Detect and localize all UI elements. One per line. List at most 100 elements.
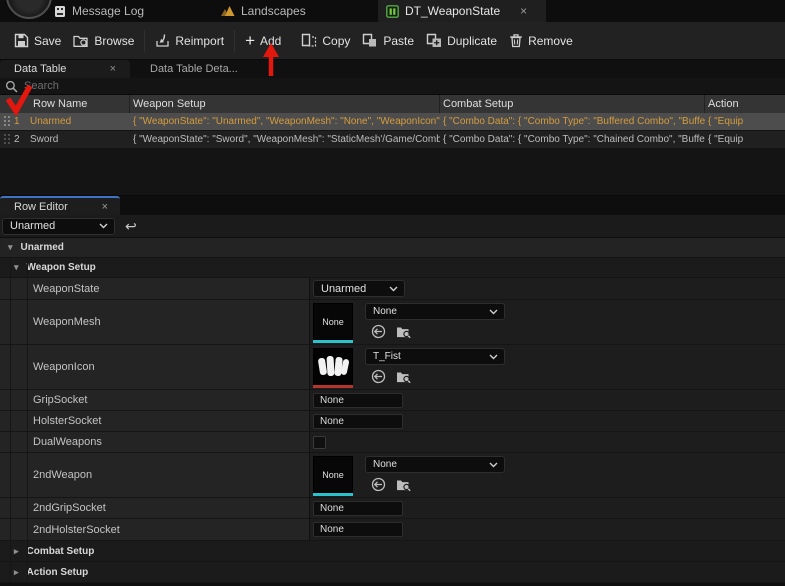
reimport-label: Reimport: [175, 34, 224, 48]
indent-guide: [10, 258, 11, 583]
paste-button[interactable]: Paste: [360, 29, 416, 52]
property-row-weaponstate: WeaponState Unarmed: [0, 278, 785, 300]
add-button[interactable]: + Add: [243, 30, 283, 52]
gripsocket-input[interactable]: [313, 393, 403, 408]
section-weapon-setup[interactable]: ▾ Weapon Setup: [0, 258, 785, 278]
2ndweapon-asset-dropdown[interactable]: None: [365, 456, 505, 473]
thumbnail-none-label: None: [322, 317, 344, 327]
combat-setup-cell: { "Combo Data": { "Combo Type": "Chained…: [440, 134, 705, 145]
tab-data-table-details[interactable]: Data Table Deta...: [136, 60, 252, 78]
paste-icon: [362, 33, 378, 48]
row-drag-handle[interactable]: [3, 115, 11, 128]
row-selector-bar: Unarmed ↩: [0, 215, 785, 238]
duplicate-button[interactable]: Duplicate: [424, 29, 499, 52]
section-unarmed[interactable]: ▾ Unarmed: [0, 238, 785, 258]
tab-data-table[interactable]: Data Table ×: [0, 60, 130, 78]
row-select-value: Unarmed: [10, 220, 55, 232]
tab-message-log[interactable]: Message Log: [46, 0, 152, 22]
search-input[interactable]: [24, 80, 324, 92]
use-selected-asset-icon[interactable]: [371, 477, 386, 492]
weaponicon-asset-dropdown[interactable]: T_Fist: [365, 348, 505, 365]
column-header-combat-setup[interactable]: Combat Setup: [440, 95, 705, 113]
use-selected-asset-icon[interactable]: [371, 324, 386, 339]
copy-button[interactable]: Copy: [299, 29, 352, 52]
tab-dt-weaponstate[interactable]: DT_WeaponState ×: [378, 0, 546, 22]
save-button[interactable]: Save: [12, 29, 63, 52]
weaponicon-thumbnail[interactable]: [313, 348, 353, 388]
tab-row-editor-label: Row Editor: [14, 201, 68, 213]
weaponstate-dropdown[interactable]: Unarmed: [313, 280, 405, 297]
2ndgripsocket-input[interactable]: [313, 501, 403, 516]
property-row-dualweapons: DualWeapons: [0, 432, 785, 453]
asset-type-underline: [313, 493, 353, 496]
duplicate-label: Duplicate: [447, 34, 497, 48]
browse-to-asset-icon[interactable]: [396, 324, 412, 339]
close-tab-icon[interactable]: ×: [520, 4, 527, 18]
property-row-holstersocket: HolsterSocket: [0, 411, 785, 432]
column-header-row-name[interactable]: Row Name: [0, 95, 130, 113]
tab-row-editor[interactable]: Row Editor ×: [0, 196, 120, 215]
reimport-button[interactable]: Reimport: [153, 29, 226, 52]
weapon-setup-cell: { "WeaponState": "Unarmed", "WeaponMesh"…: [130, 116, 440, 127]
table-row-sword[interactable]: 2 Sword { "WeaponState": "Sword", "Weapo…: [0, 131, 785, 149]
data-table-icon: [386, 5, 399, 18]
table-header: Row Name Weapon Setup Combat Setup Actio…: [0, 95, 785, 113]
close-tab-icon[interactable]: ×: [110, 63, 116, 75]
weaponmesh-thumbnail[interactable]: None: [313, 303, 353, 343]
fist-icon: [316, 351, 350, 383]
plus-icon: +: [245, 34, 255, 48]
section-weapon-setup-label: Weapon Setup: [27, 262, 96, 273]
action-setup-cell: { "Equip: [705, 116, 785, 127]
chevron-down-icon: [489, 309, 498, 315]
property-label: HolsterSocket: [0, 415, 101, 427]
property-label: WeaponState: [0, 283, 99, 295]
property-row-2ndgripsocket: 2ndGripSocket: [0, 498, 785, 519]
table-row-unarmed[interactable]: 1 Unarmed { "WeaponState": "Unarmed", "W…: [0, 113, 785, 131]
action-setup-cell: { "Equip: [705, 134, 785, 145]
add-label: Add: [260, 34, 281, 48]
property-label: 2ndWeapon: [0, 469, 92, 481]
browse-to-asset-icon[interactable]: [396, 369, 412, 384]
row-name: Sword: [30, 134, 130, 145]
property-row-gripsocket: GripSocket: [0, 390, 785, 411]
folder-search-icon: [73, 33, 89, 48]
remove-button[interactable]: Remove: [507, 29, 575, 52]
row-select-dropdown[interactable]: Unarmed: [2, 218, 115, 235]
section-action-setup[interactable]: ▸ Action Setup: [0, 562, 785, 583]
browse-to-asset-icon[interactable]: [396, 477, 412, 492]
2ndweapon-thumbnail[interactable]: None: [313, 456, 353, 496]
close-tab-icon[interactable]: ×: [102, 201, 108, 213]
dualweapons-checkbox[interactable]: [313, 436, 326, 449]
column-header-action[interactable]: Action: [705, 95, 785, 113]
reset-to-default-icon[interactable]: ↩: [125, 219, 137, 233]
chevron-down-icon: [489, 462, 498, 468]
asset-type-underline: [313, 340, 353, 343]
asset-toolbar: Save Browse Reimport + Add Copy: [0, 22, 785, 60]
search-bar: [0, 78, 785, 95]
column-header-weapon-setup[interactable]: Weapon Setup: [130, 95, 440, 113]
weaponstate-value: Unarmed: [321, 283, 366, 295]
tab-data-table-details-label: Data Table Deta...: [150, 63, 238, 75]
use-selected-asset-icon[interactable]: [371, 369, 386, 384]
duplicate-icon: [426, 33, 442, 48]
copy-icon: [301, 33, 317, 48]
tab-message-log-label: Message Log: [72, 4, 144, 18]
weaponmesh-value: None: [373, 306, 397, 317]
row-drag-handle[interactable]: [3, 133, 11, 146]
copy-label: Copy: [322, 34, 350, 48]
2ndholstersocket-input[interactable]: [313, 522, 403, 537]
triangle-down-icon: ▾: [8, 242, 13, 253]
asset-type-underline: [313, 385, 353, 388]
holstersocket-input[interactable]: [313, 414, 403, 429]
reimport-icon: [155, 33, 170, 48]
weaponmesh-asset-dropdown[interactable]: None: [365, 303, 505, 320]
section-combat-setup[interactable]: ▸ Combat Setup: [0, 541, 785, 562]
paste-label: Paste: [383, 34, 414, 48]
triangle-down-icon: ▾: [14, 262, 19, 273]
browse-button[interactable]: Browse: [71, 29, 136, 52]
message-log-icon: [54, 5, 66, 18]
tab-data-table-label: Data Table: [14, 63, 66, 75]
property-label: 2ndHolsterSocket: [0, 524, 120, 536]
tab-landscapes[interactable]: Landscapes: [213, 0, 314, 22]
save-icon: [14, 33, 29, 48]
